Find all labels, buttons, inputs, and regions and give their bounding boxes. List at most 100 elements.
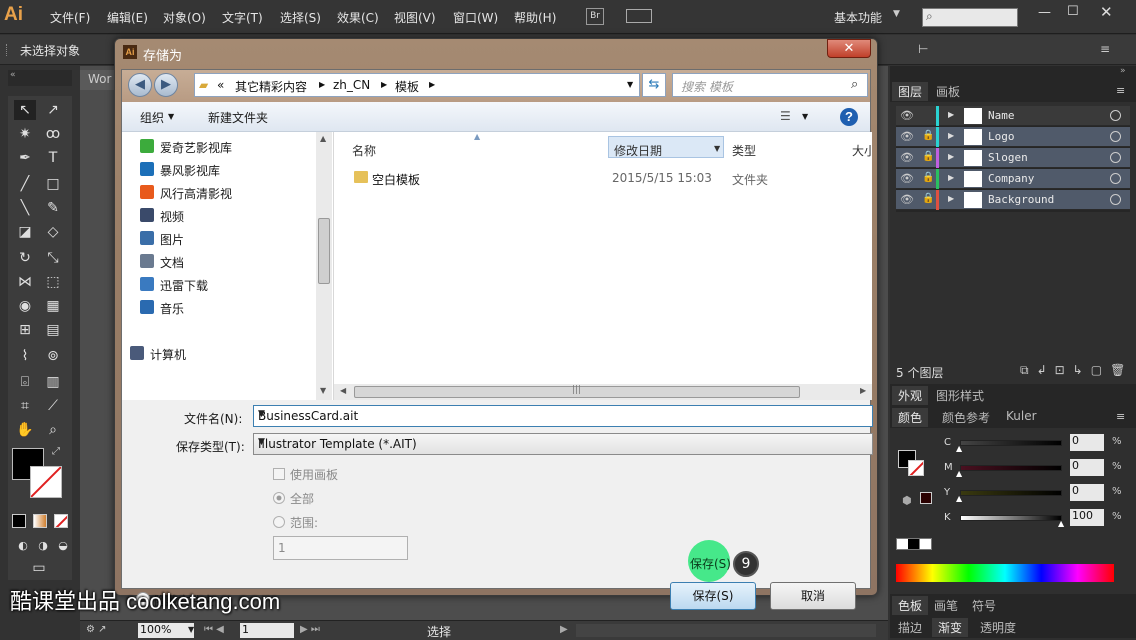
mesh-tool-icon[interactable]: ⊞ [14, 320, 36, 340]
use-artboards-checkbox[interactable] [273, 468, 285, 480]
chevron-right-icon[interactable]: ▶ [381, 80, 387, 89]
eye-icon[interactable]: 👁 [900, 109, 914, 122]
filename-input[interactable]: BusinessCard.ait ▼ [253, 405, 873, 427]
nav-item[interactable]: 图片 [122, 230, 312, 248]
nav-scrollbar[interactable]: ▲ ▼ [316, 132, 332, 400]
slider-thumb[interactable]: ▲ [956, 444, 962, 453]
eye-icon[interactable]: 👁 [900, 172, 914, 185]
nav-item[interactable]: 音乐 [122, 299, 312, 317]
channel-value[interactable]: 0 [1070, 459, 1104, 476]
type-tool-icon[interactable]: T [42, 148, 64, 168]
layer-row[interactable]: 👁 🔒 ▶ Company [896, 169, 1130, 189]
maximize-button[interactable]: ☐ [1067, 4, 1079, 19]
panel-menu-icon[interactable]: ≡ [1116, 410, 1125, 423]
collapse-icon[interactable]: » [1120, 66, 1126, 76]
chevron-right-icon[interactable]: ▶ [429, 80, 435, 89]
rotate-tool-icon[interactable]: ↻ [14, 248, 36, 268]
arrange-documents-icon[interactable] [626, 9, 652, 23]
layer-row[interactable]: 👁 🔒 ▶ Logo [896, 127, 1130, 147]
channel-slider[interactable] [960, 515, 1062, 521]
chevron-down-icon[interactable]: ▼ [802, 112, 808, 121]
column-graph-tool-icon[interactable]: ▥ [42, 372, 64, 392]
close-button[interactable]: ✕ [827, 39, 871, 58]
filetype-select[interactable]: Illustrator Template (*.AIT) ▼ [253, 433, 873, 455]
channel-value[interactable]: 100 [1070, 509, 1104, 526]
nav-item[interactable]: 文档 [122, 253, 312, 271]
lock-icon[interactable]: 🔒 [922, 172, 934, 183]
lock-icon[interactable]: 🔒 [922, 130, 934, 141]
lasso-tool-icon[interactable]: ꝏ [42, 124, 64, 144]
slice-tool-icon[interactable]: ⟋ [42, 396, 64, 416]
tab-symbols[interactable]: 符号 [966, 597, 1002, 614]
hand-tool-icon[interactable]: ✋ [14, 420, 36, 440]
target-circle-icon[interactable] [1110, 173, 1121, 184]
align-icon[interactable]: ⊢ [918, 42, 928, 56]
menu-edit[interactable]: 编辑(E) [107, 9, 148, 26]
back-button[interactable]: ◀ [128, 73, 152, 97]
panel-menu-icon[interactable]: ≡ [1116, 84, 1125, 97]
nav-scroll-thumb[interactable] [318, 218, 330, 284]
file-hscrollbar[interactable]: ◀ ||| ▶ [334, 384, 872, 400]
menu-view[interactable]: 视图(V) [394, 9, 436, 26]
forward-button[interactable]: ▶ [154, 73, 178, 97]
out-of-gamut-icon[interactable]: ⬢ [902, 494, 912, 507]
gradient-mode-icon[interactable] [33, 514, 47, 528]
bridge-button[interactable]: Br [586, 8, 604, 25]
blob-brush-tool-icon[interactable]: ◪ [14, 222, 36, 242]
pen-tool-icon[interactable]: ✒ [14, 148, 36, 168]
save-button[interactable]: 保存(S) [670, 582, 756, 610]
all-radio[interactable] [273, 492, 285, 504]
scroll-right-icon[interactable]: ▶ [860, 386, 866, 395]
minimize-button[interactable]: — [1038, 5, 1051, 20]
target-circle-icon[interactable] [1110, 152, 1121, 163]
app-close-button[interactable]: ✕ [1100, 3, 1113, 21]
nav-item[interactable]: 计算机 [122, 345, 312, 363]
line-tool-icon[interactable]: ╱ [14, 174, 36, 194]
panel-menu-icon[interactable]: ≡ [1100, 42, 1110, 56]
search-input[interactable]: 搜索 模板 ⌕ [672, 73, 868, 97]
expand-arrow-icon[interactable]: ▶ [948, 152, 954, 161]
target-circle-icon[interactable] [1110, 110, 1121, 121]
eye-icon[interactable]: 👁 [900, 130, 914, 143]
range-input[interactable]: 1 [273, 536, 408, 560]
color-spectrum[interactable] [896, 564, 1114, 582]
expand-arrow-icon[interactable]: ▶ [948, 173, 954, 182]
eyedropper-tool-icon[interactable]: ⌇ [14, 346, 36, 366]
path-segment-templates[interactable]: 模板 [395, 78, 419, 95]
menu-window[interactable]: 窗口(W) [453, 9, 498, 26]
free-transform-tool-icon[interactable]: ⬚ [42, 272, 64, 292]
tab-kuler[interactable]: Kuler [1000, 409, 1043, 423]
channel-value[interactable]: 0 [1070, 434, 1104, 451]
tab-brushes[interactable]: 画笔 [928, 597, 964, 614]
scroll-left-icon[interactable]: ◀ [340, 386, 346, 395]
zoom-tool-icon[interactable]: ⌕ [42, 420, 64, 440]
eye-icon[interactable]: 👁 [900, 151, 914, 164]
magic-wand-tool-icon[interactable]: ✷ [14, 124, 36, 144]
cancel-button[interactable]: 取消 [770, 582, 856, 610]
menu-help[interactable]: 帮助(H) [514, 9, 556, 26]
selection-tool-icon[interactable]: ↖ [14, 100, 36, 120]
chevron-down-icon[interactable]: ▼ [714, 144, 720, 153]
tab-color-guide[interactable]: 颜色参考 [936, 409, 996, 426]
swap-fill-stroke-icon[interactable]: ⤢ [52, 446, 60, 457]
nav-item[interactable]: 风行高清影视 [122, 184, 312, 202]
tab-appearance[interactable]: 外观 [892, 386, 929, 405]
help-icon[interactable]: ? [840, 108, 858, 126]
path-segment-other-content[interactable]: 其它精彩内容 [235, 78, 307, 95]
expand-arrow-icon[interactable]: ▶ [948, 194, 954, 203]
workspace-switcher[interactable]: 基本功能 [834, 9, 882, 26]
artboard-tool-icon[interactable]: ⌗ [14, 396, 36, 416]
tab-gradient[interactable]: 渐变 [932, 618, 969, 637]
channel-value[interactable]: 0 [1070, 484, 1104, 501]
column-type[interactable]: 类型 [732, 142, 756, 159]
scroll-up-icon[interactable]: ▲ [320, 134, 326, 143]
stroke-swatch[interactable] [30, 466, 62, 498]
lock-icon[interactable]: 🔒 [922, 193, 934, 204]
target-circle-icon[interactable] [1110, 131, 1121, 142]
path-overflow[interactable]: « [217, 78, 224, 92]
draw-inside-icon[interactable]: ◒ [52, 536, 74, 556]
perspective-grid-tool-icon[interactable]: ▦ [42, 296, 64, 316]
tab-layers[interactable]: 图层 [892, 82, 929, 101]
rectangle-tool-icon[interactable]: □ [42, 174, 64, 194]
scale-tool-icon[interactable]: ⤡ [42, 248, 64, 268]
